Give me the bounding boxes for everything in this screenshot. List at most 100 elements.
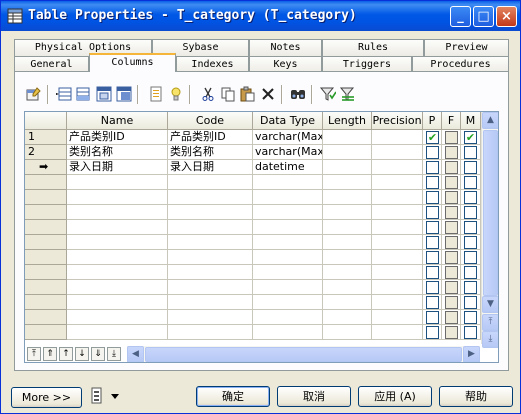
cell-precision[interactable] <box>372 190 423 205</box>
checkbox-f[interactable] <box>445 266 458 279</box>
checkbox-m[interactable] <box>464 191 477 204</box>
checkbox-f[interactable] <box>445 221 458 234</box>
checkbox-f[interactable] <box>445 296 458 309</box>
cell-name[interactable] <box>67 205 168 220</box>
cell-name[interactable]: 类别名称 <box>67 145 168 160</box>
checkbox-p[interactable] <box>426 326 439 339</box>
tab-rules[interactable]: Rules <box>322 39 424 56</box>
checkbox-m[interactable] <box>464 206 477 219</box>
scroll-bottom-button[interactable]: ⤓ <box>482 331 498 348</box>
tab-preview[interactable]: Preview <box>424 39 509 56</box>
checkbox-p[interactable] <box>426 281 439 294</box>
checkbox-f[interactable] <box>445 191 458 204</box>
row-header[interactable] <box>25 265 67 280</box>
column-header-precision[interactable]: Precision <box>372 112 423 130</box>
row-header[interactable] <box>25 325 67 340</box>
checkbox-m[interactable] <box>464 176 477 189</box>
column-header-m[interactable]: M <box>461 112 481 130</box>
row-header[interactable] <box>25 175 67 190</box>
checkbox-p[interactable] <box>426 251 439 264</box>
checkbox-f[interactable] <box>445 281 458 294</box>
cell-code[interactable] <box>168 220 253 235</box>
filter-icon[interactable] <box>319 85 337 103</box>
move-page-down-button[interactable]: ⇓ <box>91 347 105 361</box>
checkbox-p[interactable] <box>426 266 439 279</box>
checkbox-p[interactable] <box>426 206 439 219</box>
cell-code[interactable] <box>168 325 253 340</box>
cell-name[interactable] <box>67 295 168 310</box>
move-page-up-button[interactable]: ⇑ <box>43 347 57 361</box>
row-header[interactable]: 1 <box>25 130 67 145</box>
column-header-length[interactable]: Length <box>323 112 372 130</box>
title-bar[interactable]: Table Properties - T_category (T_categor… <box>1 1 520 31</box>
checkbox-p[interactable] <box>426 191 439 204</box>
checkbox-f[interactable] <box>445 236 458 249</box>
paste-icon[interactable] <box>239 85 257 103</box>
cell-name[interactable] <box>67 175 168 190</box>
cell-name[interactable] <box>67 310 168 325</box>
column-header-code[interactable]: Code <box>168 112 253 130</box>
cell-code[interactable]: 产品类别ID <box>168 130 253 145</box>
cell-precision[interactable] <box>372 265 423 280</box>
checkbox-m[interactable] <box>464 146 477 159</box>
add-row-icon[interactable] <box>75 85 93 103</box>
cell-length[interactable] <box>323 175 372 190</box>
cell-length[interactable] <box>323 265 372 280</box>
checkbox-m[interactable] <box>464 161 477 174</box>
row-header[interactable] <box>25 250 67 265</box>
cell-code[interactable] <box>168 175 253 190</box>
cell-length[interactable] <box>323 130 372 145</box>
cell-type[interactable] <box>253 205 323 220</box>
cell-code[interactable] <box>168 250 253 265</box>
cell-precision[interactable] <box>372 205 423 220</box>
cell-type[interactable]: varchar(Max) <box>253 130 323 145</box>
checkbox-p[interactable] <box>426 221 439 234</box>
checkbox-f[interactable] <box>445 176 458 189</box>
scroll-thumb[interactable] <box>483 130 498 296</box>
checkbox-m[interactable] <box>464 266 477 279</box>
add-columns-icon[interactable] <box>95 85 113 103</box>
cell-type[interactable] <box>253 175 323 190</box>
move-down-button[interactable]: ↓ <box>75 347 89 361</box>
cell-name[interactable] <box>67 250 168 265</box>
reuse-columns-icon[interactable] <box>115 85 133 103</box>
cell-length[interactable] <box>323 325 372 340</box>
cell-precision[interactable] <box>372 310 423 325</box>
cell-precision[interactable] <box>372 220 423 235</box>
close-button[interactable]: × <box>496 6 517 27</box>
cell-code[interactable]: 类别名称 <box>168 145 253 160</box>
delete-icon[interactable] <box>259 85 277 103</box>
checkbox-p[interactable] <box>426 161 439 174</box>
cell-name[interactable]: 产品类别ID <box>67 130 168 145</box>
vertical-scrollbar[interactable]: ▲ ▼ ⤒ ⤓ <box>481 112 498 348</box>
cell-type[interactable] <box>253 235 323 250</box>
cell-precision[interactable] <box>372 160 423 175</box>
cell-code[interactable] <box>168 205 253 220</box>
checkbox-f[interactable] <box>445 251 458 264</box>
checkbox-m[interactable]: ✔ <box>464 131 477 144</box>
cell-type[interactable] <box>253 265 323 280</box>
scroll-up-button[interactable]: ▲ <box>482 112 498 129</box>
row-header[interactable] <box>25 205 67 220</box>
cell-length[interactable] <box>323 205 372 220</box>
minimize-button[interactable]: _ <box>450 6 471 27</box>
checkbox-f[interactable] <box>445 131 458 144</box>
checkbox-f[interactable] <box>445 326 458 339</box>
cell-code[interactable] <box>168 235 253 250</box>
cell-code[interactable] <box>168 310 253 325</box>
cell-precision[interactable] <box>372 175 423 190</box>
cell-type[interactable]: varchar(Max) <box>253 145 323 160</box>
cell-precision[interactable] <box>372 145 423 160</box>
horizontal-scrollbar[interactable]: ◀ ▶ <box>127 346 480 362</box>
cell-name[interactable] <box>67 235 168 250</box>
checkbox-m[interactable] <box>464 311 477 324</box>
checkbox-f[interactable] <box>445 146 458 159</box>
checkbox-p[interactable] <box>426 236 439 249</box>
cell-name[interactable] <box>67 325 168 340</box>
copy-icon[interactable] <box>219 85 237 103</box>
cell-type[interactable]: datetime <box>253 160 323 175</box>
maximize-button[interactable]: □ <box>473 6 494 27</box>
checkbox-p[interactable]: ✔ <box>426 131 439 144</box>
scroll-left-button[interactable]: ◀ <box>127 346 144 362</box>
cell-name[interactable] <box>67 265 168 280</box>
